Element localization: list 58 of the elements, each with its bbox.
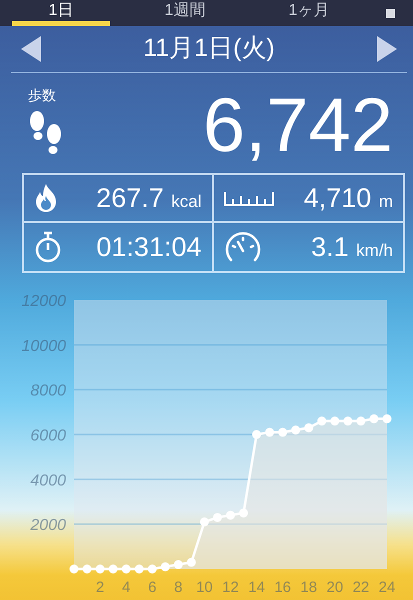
stat-value: 267.7 kcal [96, 182, 202, 215]
axis-label: 4 [122, 579, 130, 596]
axis-label: 12 [222, 579, 239, 596]
axis-label: 2 [96, 579, 104, 596]
stat-value: 3.1 km/h [311, 230, 393, 264]
data-point [291, 426, 300, 435]
data-point [174, 560, 183, 570]
data-point [239, 508, 248, 518]
data-point [134, 564, 144, 574]
axis-label: 8 [174, 579, 182, 596]
axis-label: 12000 [22, 293, 66, 310]
data-point [82, 564, 92, 574]
axis-label: 22 [352, 579, 370, 596]
stat-value: 01:31:04 [96, 230, 202, 264]
step-count: 6,742 [202, 85, 393, 167]
data-point [252, 430, 262, 439]
data-point [122, 564, 131, 574]
data-point [369, 414, 378, 424]
data-point [330, 416, 340, 426]
axis-label: 20 [326, 579, 344, 596]
data-point [186, 558, 196, 567]
data-point [343, 416, 352, 426]
axis-label: 10 [196, 579, 213, 596]
data-point [304, 423, 314, 432]
date-label: 11月1日(火) [143, 33, 275, 64]
axis-label: 16 [274, 579, 291, 596]
data-point [278, 428, 288, 437]
axis-label: 14 [248, 579, 265, 596]
data-point [96, 564, 105, 574]
axis-label: 6 [148, 579, 156, 596]
data-point [212, 512, 222, 522]
data-point [200, 517, 209, 526]
speedometer-icon [224, 232, 262, 262]
stopwatch-icon [34, 231, 62, 263]
flame-icon [34, 184, 58, 212]
axis-label: 24 [378, 579, 396, 596]
axis-label: 8000 [30, 382, 66, 400]
axis-label: 4000 [30, 472, 66, 490]
steps-label: 歩数 [28, 86, 56, 105]
data-point [70, 564, 78, 574]
stat-value: 4,710 m [304, 182, 393, 215]
axis-label: 18 [300, 579, 318, 596]
tab[interactable]: 1ヶ月 [260, 0, 358, 26]
data-point [356, 416, 366, 426]
axis-label: 10000 [22, 338, 66, 355]
menu-icon[interactable] [386, 8, 395, 18]
tab[interactable]: 1週間 [136, 0, 234, 26]
data-point [108, 564, 118, 574]
tab[interactable]: 1日 [12, 0, 110, 26]
data-point [148, 564, 157, 574]
data-point [160, 562, 170, 572]
axis-label: 2000 [30, 517, 66, 534]
ruler-icon [224, 190, 274, 206]
data-point [226, 510, 235, 520]
axis-label: 6000 [30, 428, 66, 444]
data-point [382, 414, 392, 424]
data-point [265, 428, 274, 437]
data-point [317, 416, 326, 426]
